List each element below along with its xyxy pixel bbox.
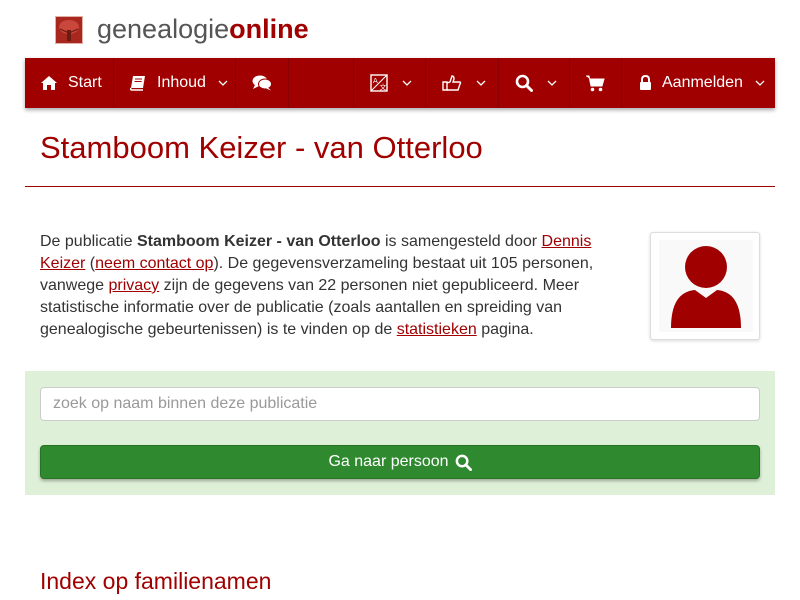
chevron-down-icon: [547, 80, 557, 86]
search-icon: [515, 74, 533, 92]
nav-recommend[interactable]: [426, 58, 499, 108]
site-logo[interactable]: genealogieonline: [97, 12, 309, 46]
logo-text-online: online: [229, 14, 309, 44]
contact-link[interactable]: neem contact op: [95, 255, 213, 272]
statistics-link[interactable]: statistieken: [397, 321, 477, 338]
header: genealogieonline: [0, 0, 800, 58]
nav-inhoud-label: Inhoud: [157, 74, 206, 91]
nav-start[interactable]: Start: [25, 58, 114, 108]
author-avatar-card[interactable]: [650, 232, 760, 340]
page-title: Stamboom Keizer - van Otterloo: [40, 130, 483, 165]
search-icon: [455, 454, 472, 471]
person-search-panel: Ga naar persoon: [25, 371, 775, 495]
publication-name: Stamboom Keizer - van Otterloo: [136, 233, 381, 250]
logo-text-genealogie: genealogie: [97, 14, 230, 44]
chevron-down-icon: [402, 80, 412, 86]
chevron-down-icon: [755, 80, 765, 86]
home-icon: [40, 75, 58, 91]
lock-icon: [639, 75, 652, 91]
nav-start-label: Start: [68, 74, 102, 91]
surname-index-heading: Index op familienamen: [40, 568, 272, 594]
intro-text-3: (: [85, 255, 96, 272]
nav-aanmelden-label: Aanmelden: [662, 74, 743, 91]
chevron-down-icon: [476, 80, 486, 86]
chevron-down-icon: [218, 80, 228, 86]
publication-intro: De publicatie Stamboom Keizer - van Otte…: [40, 231, 610, 341]
privacy-link[interactable]: privacy: [109, 277, 160, 294]
nav-language[interactable]: A文: [353, 58, 426, 108]
tree-logo-icon[interactable]: [55, 16, 83, 44]
go-to-person-button[interactable]: Ga naar persoon: [40, 445, 760, 479]
person-search-input[interactable]: [40, 387, 760, 421]
nav-shop[interactable]: [570, 58, 622, 108]
book-icon: [130, 75, 147, 91]
svg-text:文: 文: [380, 83, 387, 92]
person-icon: [659, 240, 753, 332]
nav-forum[interactable]: [236, 58, 289, 108]
nav-inhoud[interactable]: Inhoud: [114, 58, 236, 108]
chat-icon: [252, 75, 272, 91]
translate-icon: A文: [370, 74, 388, 92]
cart-icon: [586, 75, 605, 92]
title-divider: [25, 186, 775, 187]
intro-text-2: is samengesteld door: [380, 233, 542, 250]
nav-search[interactable]: [499, 58, 570, 108]
intro-text-1: De publicatie: [40, 233, 137, 250]
main-navbar: Start Inhoud A文 Aanmelden: [25, 58, 775, 108]
intro-text-6: pagina.: [476, 321, 534, 338]
svg-text:A: A: [373, 77, 378, 85]
go-to-person-label: Ga naar persoon: [328, 453, 449, 470]
nav-aanmelden[interactable]: Aanmelden: [622, 58, 775, 108]
thumbs-up-icon: [442, 75, 462, 91]
